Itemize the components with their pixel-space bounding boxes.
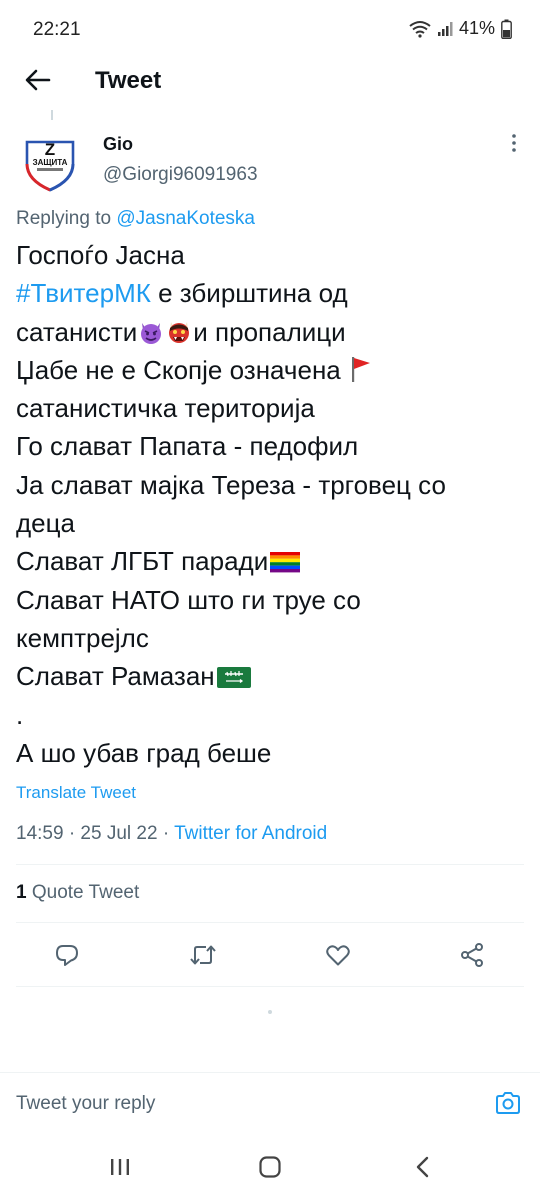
wifi-icon (409, 20, 431, 38)
tweet-body: Госпоѓо Јасна #ТвитерМК е збирштина од с… (16, 236, 531, 772)
svg-text:Z: Z (45, 140, 55, 159)
tweet-line-text: Џабе не е Скопје означена (16, 354, 348, 385)
reply-button[interactable] (52, 942, 82, 972)
signal-icon (437, 21, 453, 37)
mention-link[interactable]: @JasnaKoteska (116, 208, 255, 229)
author-name[interactable]: Gio (103, 134, 133, 155)
tweet-line: Госпоѓо Јасна (16, 240, 185, 270)
recent-apps-icon (109, 1157, 131, 1182)
status-time: 22:21 (33, 19, 81, 40)
home-button[interactable] (250, 1154, 290, 1184)
translate-tweet-link[interactable]: Translate Tweet (16, 783, 136, 803)
share-button[interactable] (457, 942, 487, 972)
tweet-timestamp: 14:59 · 25 Jul 22 · (16, 823, 175, 844)
back-button[interactable] (22, 66, 54, 98)
avatar[interactable]: Z ЗАЩИТА (17, 128, 83, 194)
japanese-ogre-icon (166, 319, 192, 345)
status-bar: 22:21 41% (0, 0, 540, 58)
like-button[interactable] (323, 942, 353, 972)
divider (16, 922, 524, 923)
tweet-line-text: е збирштина од (150, 278, 348, 309)
chevron-left-icon (414, 1156, 430, 1183)
tweet-line: Џабе не е Скопје означена (16, 351, 531, 389)
replying-prefix: Replying to (16, 208, 117, 229)
camera-icon (494, 1090, 522, 1121)
avatar-text: ЗАЩИТА (33, 158, 68, 167)
tweet-line: сатанисти и пропалици (16, 313, 531, 351)
tweet-line: Слават Рамазан (16, 657, 531, 695)
author-handle[interactable]: @Giorgi96091963 (103, 164, 258, 186)
top-app-bar: Tweet (0, 58, 540, 104)
divider (16, 864, 524, 865)
quote-tweets-link[interactable]: 1 Quote Tweet (16, 882, 139, 904)
rainbow-flag-icon (269, 550, 301, 574)
more-options-button[interactable] (504, 132, 524, 158)
system-back-button[interactable] (402, 1154, 442, 1184)
system-nav-bar (0, 1138, 540, 1200)
quote-count: 1 (16, 882, 27, 903)
reply-icon (54, 942, 80, 973)
tweet-line: кемптрејлс (16, 622, 149, 653)
tweet-line: Го слават Папата - педофил (16, 431, 359, 462)
recent-apps-button[interactable] (100, 1154, 140, 1184)
tweet-line: Слават НАТО што ги труе со (16, 584, 361, 615)
quote-label: Quote Tweet (26, 882, 140, 903)
saudi-flag-icon (216, 665, 252, 689)
tweet-line-text: Слават Рамазан (16, 661, 215, 692)
tweet-line: . (16, 699, 24, 730)
tweet-line: Слават ЛГБТ паради (16, 542, 531, 580)
tweet-line-text: Слават ЛГБТ паради (16, 546, 269, 577)
tweet-line-text: и пропалици (193, 316, 346, 347)
loading-indicator (268, 1010, 272, 1014)
hashtag-link[interactable]: #ТвитерМК (16, 278, 151, 308)
tweet-line: А шо убав град беше (16, 737, 272, 768)
tweet-line-text: сатанисти (16, 316, 138, 347)
page-title: Tweet (95, 67, 162, 94)
like-icon (325, 943, 351, 972)
replying-to: Replying to @JasnaKoteska (16, 208, 255, 230)
smiling-imp-icon (138, 319, 164, 345)
status-icons: 41% (409, 18, 512, 39)
arrow-left-icon (25, 69, 51, 96)
retweet-button[interactable] (188, 942, 218, 972)
battery-percent: 41% (458, 18, 495, 38)
tweet-actions (0, 936, 540, 976)
camera-button[interactable] (492, 1089, 524, 1121)
tweet-line: сатанистичка територија (16, 393, 315, 424)
red-flag-icon (349, 355, 373, 383)
tweet-meta: 14:59 · 25 Jul 22 · Twitter for Android (16, 823, 327, 845)
divider (16, 986, 524, 987)
tweet-line: #ТвитерМК е збирштина од (16, 274, 531, 312)
reply-input[interactable] (16, 1093, 456, 1115)
tweet-line: деца (16, 508, 75, 539)
home-icon (258, 1155, 282, 1184)
tweet-line: Ја слават мајка Тереза - трговец со (16, 469, 446, 500)
battery-icon (501, 19, 512, 39)
thread-connector (51, 110, 53, 120)
more-vertical-icon (511, 133, 517, 158)
tweet-source-link[interactable]: Twitter for Android (174, 823, 327, 844)
share-icon (459, 942, 485, 973)
reply-composer (0, 1072, 540, 1139)
retweet-icon (189, 942, 217, 973)
